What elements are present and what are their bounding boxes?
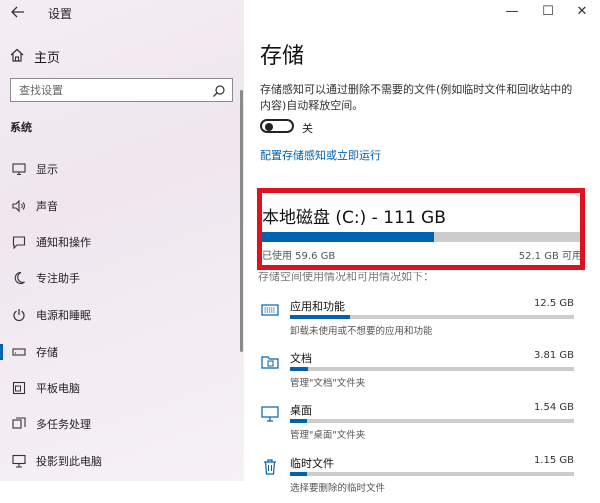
sidebar-home[interactable]: 主页 <box>10 47 60 66</box>
sidebar-scrollbar[interactable] <box>240 90 243 352</box>
sidebar-item-multitasking[interactable]: 多任务处理 <box>0 406 240 442</box>
sidebar-item-label: 声音 <box>36 200 58 213</box>
tablet-icon <box>10 379 28 397</box>
moon-icon <box>10 269 28 287</box>
sidebar-item-label: 存储 <box>36 346 58 359</box>
sidebar-section-title: 系统 <box>10 121 32 134</box>
category-bar <box>290 315 574 319</box>
minimize-button[interactable]: — <box>502 4 522 20</box>
category-temp-files[interactable]: 临时文件 1.15 GB 选择要删除的临时文件 <box>258 453 578 503</box>
sidebar-item-power[interactable]: 电源和睡眠 <box>0 297 240 333</box>
window-title: 设置 <box>48 7 73 21</box>
sidebar-item-label: 显示 <box>36 163 58 176</box>
storage-icon <box>10 343 28 361</box>
highlight-box <box>257 188 585 270</box>
sidebar-item-tablet[interactable]: 平板电脑 <box>0 370 240 406</box>
sidebar-item-display[interactable]: 显示 <box>0 151 240 187</box>
category-bar-fill <box>290 472 308 476</box>
category-documents[interactable]: 文档 3.81 GB 管理"文档"文件夹 <box>258 348 578 398</box>
home-icon <box>10 48 24 66</box>
sidebar-item-label: 投影到此电脑 <box>36 455 102 468</box>
power-icon <box>10 306 28 324</box>
category-bar <box>290 472 574 476</box>
category-name: 文档 <box>290 352 312 365</box>
multitask-icon <box>10 415 28 433</box>
sidebar-item-label: 平板电脑 <box>36 382 80 395</box>
sidebar-item-notifications[interactable]: 通知和操作 <box>0 224 240 260</box>
category-description: 卸载未使用或不想要的应用和功能 <box>290 326 433 337</box>
monitor-icon <box>10 160 28 178</box>
category-description: 管理"桌面"文件夹 <box>290 430 366 441</box>
category-size: 1.54 GB <box>533 402 574 413</box>
category-apps[interactable]: 应用和功能 12.5 GB 卸载未使用或不想要的应用和功能 <box>258 296 578 346</box>
page-title: 存储 <box>260 44 305 69</box>
sidebar-item-focus-assist[interactable]: 专注助手 <box>0 260 240 296</box>
sidebar-item-label: 电源和睡眠 <box>36 309 91 322</box>
usage-caption: 存储空间使用情况和可用情况如下： <box>258 270 434 283</box>
home-label: 主页 <box>34 51 61 66</box>
sidebar-item-label: 通知和操作 <box>36 236 91 249</box>
category-name: 桌面 <box>290 404 312 417</box>
category-name: 临时文件 <box>290 457 334 470</box>
storage-sense-description: 存储感知可以通过删除不需要的文件(例如临时文件和回收站中的内容)自动释放空间。 <box>260 83 573 112</box>
category-bar <box>290 367 574 371</box>
category-name: 应用和功能 <box>290 300 345 313</box>
notification-icon <box>10 233 28 251</box>
sidebar-item-sound[interactable]: 声音 <box>0 188 240 224</box>
category-bar-fill <box>290 315 350 319</box>
sidebar-item-project[interactable]: 投影到此电脑 <box>0 443 240 479</box>
category-size: 3.81 GB <box>533 350 574 361</box>
category-description: 选择要删除的临时文件 <box>290 483 386 494</box>
sidebar: 设置 主页 系统 显示 声音 通知和操作 专注助手 电源和睡眠 存储 平板 <box>0 0 244 481</box>
project-icon <box>10 452 28 470</box>
apps-icon <box>260 300 280 320</box>
close-button[interactable]: ✕ <box>572 4 592 20</box>
documents-icon <box>260 352 280 372</box>
sidebar-item-storage[interactable]: 存储 <box>0 334 240 370</box>
category-bar <box>290 419 574 423</box>
sidebar-item-label: 多任务处理 <box>36 418 91 431</box>
category-desktop[interactable]: 桌面 1.54 GB 管理"桌面"文件夹 <box>258 400 578 450</box>
category-description: 管理"文档"文件夹 <box>290 378 366 389</box>
toggle-state-label: 关 <box>302 122 313 135</box>
speaker-icon <box>10 197 28 215</box>
trash-icon <box>260 457 280 477</box>
toggle-knob <box>265 123 273 131</box>
search-input[interactable] <box>17 82 212 98</box>
search-icon[interactable] <box>212 83 226 97</box>
category-size: 1.15 GB <box>533 455 574 466</box>
search-box[interactable] <box>10 78 233 102</box>
sidebar-item-label: 专注助手 <box>36 272 80 285</box>
configure-storage-sense-link[interactable]: 配置存储感知或立即运行 <box>260 147 381 163</box>
storage-sense-toggle[interactable] <box>260 119 294 133</box>
maximize-button[interactable]: ☐ <box>538 4 558 20</box>
category-bar-fill <box>290 419 308 423</box>
back-arrow-icon[interactable] <box>10 4 30 22</box>
category-bar-fill <box>290 367 309 371</box>
desktop-icon <box>260 404 280 424</box>
category-size: 12.5 GB <box>533 298 574 309</box>
